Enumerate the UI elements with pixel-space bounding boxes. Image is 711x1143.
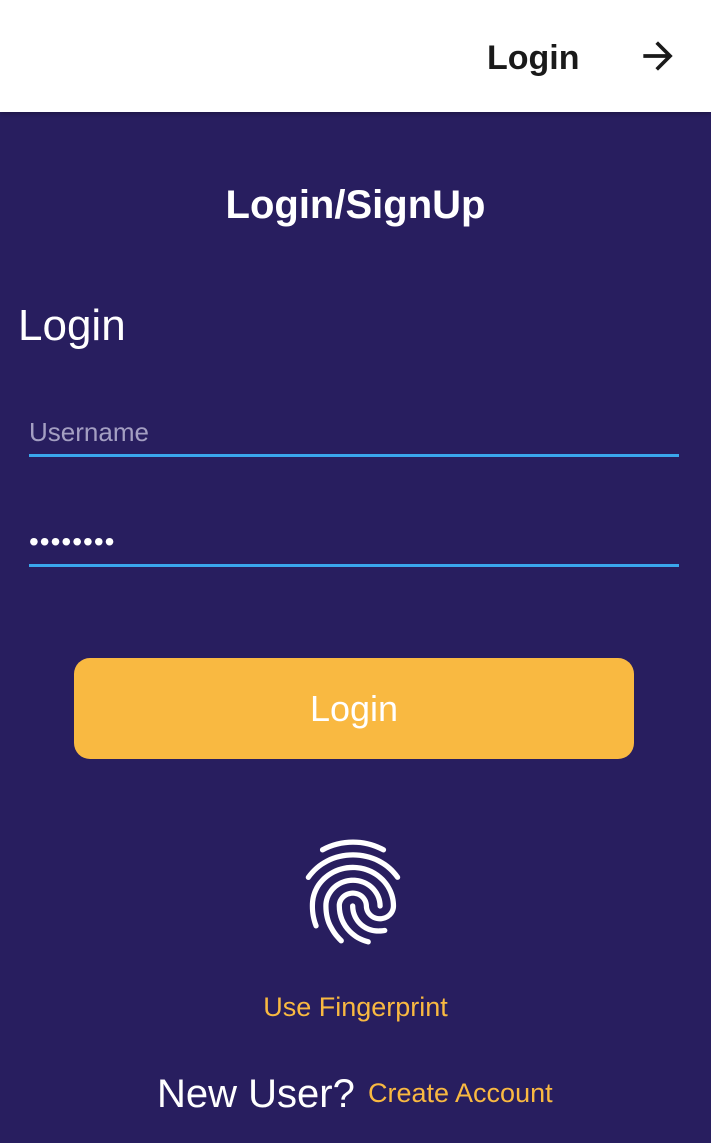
fingerprint-icon[interactable] (290, 822, 416, 962)
new-user-prompt: New User? (157, 1072, 355, 1116)
page-title: Login/SignUp (225, 183, 486, 227)
use-fingerprint-link[interactable]: Use Fingerprint (0, 990, 711, 1024)
password-input[interactable] (29, 520, 679, 567)
login-button[interactable]: Login (74, 658, 634, 759)
app-bar-title: Login (487, 39, 580, 77)
login-section-title: Login (18, 301, 126, 350)
create-account-link[interactable]: Create Account (368, 1076, 553, 1110)
app-bar: Login (0, 0, 711, 112)
username-input[interactable] (29, 410, 679, 457)
arrow-right-icon[interactable] (636, 34, 680, 78)
